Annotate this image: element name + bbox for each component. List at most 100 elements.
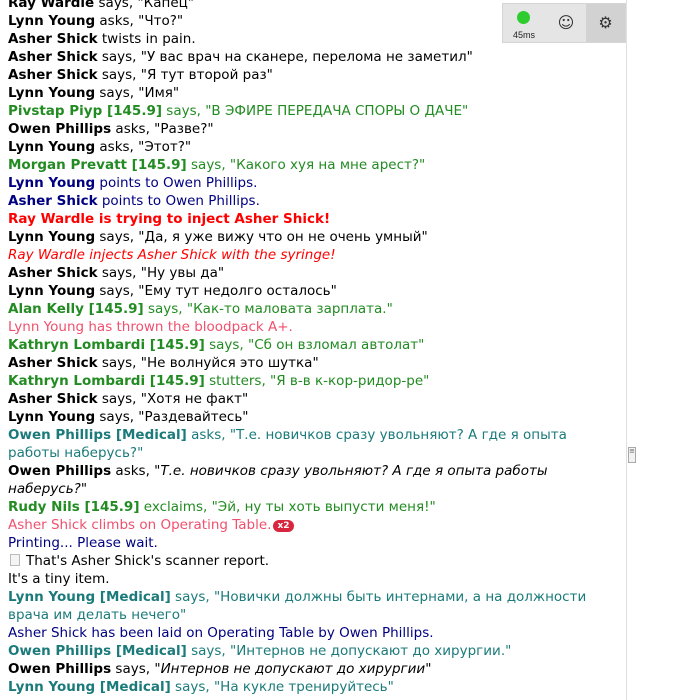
message-text: says, "Как-то маловата зарплата." <box>143 301 393 317</box>
radio-message: Rudy Nils [145.9] exclaims, "Эй, ну ты х… <box>8 498 620 516</box>
message-text: says, "Ему тут недолго осталось" <box>95 283 337 299</box>
emote-button[interactable]: ☺ <box>547 4 585 42</box>
speaker-name[interactable]: Kathryn Lombardi [145.9] <box>8 373 205 389</box>
message-text: says, "Сб он взломал автолат" <box>204 337 425 353</box>
warning-message: Lynn Young has thrown the bloodpack A+. <box>8 319 293 335</box>
message-text-suffix: " <box>80 481 88 497</box>
examine-message: That's Asher Shick's scanner report. <box>8 552 620 570</box>
speaker-name[interactable]: Asher Shick <box>8 67 98 83</box>
message-text: twists in pain. <box>97 31 196 47</box>
speaker-name[interactable]: Asher Shick <box>8 355 98 371</box>
message-text: says, "Да, я уже вижу что он не очень ум… <box>95 229 428 245</box>
speaker-name[interactable]: Lynn Young <box>8 409 95 425</box>
info-message: Asher Shick has been laid on Operating T… <box>8 625 434 641</box>
alert-message: Ray Wardle is trying to inject Asher Shi… <box>8 211 331 227</box>
chat-message: Owen Phillips asks, "Т.е. новичков сразу… <box>8 462 620 498</box>
chat-message: Lynn Young asks, "Этот?" <box>8 138 620 156</box>
danger-message: Ray Wardle injects Asher Shick with the … <box>8 247 336 263</box>
speaker-name[interactable]: Asher Shick <box>8 49 98 65</box>
chat-message: Lynn Young says, "Да, я уже вижу что он … <box>8 228 620 246</box>
speaker-name[interactable]: Pivstap Piyp [145.9] <box>8 103 162 119</box>
chat-message: Lynn Young says, "Имя" <box>8 84 620 102</box>
radio-message: Kathryn Lombardi [145.9] says, "Сб он вз… <box>8 336 620 354</box>
chat-log: Ray Wardle says, "Капец" Lynn Young asks… <box>8 0 620 696</box>
message-text: says, "В ЭФИРЕ ПЕРЕДАЧА СПОРЫ О ДАЧЕ" <box>162 103 469 119</box>
message-text: says, "Интернов не допускают до хирургии… <box>186 643 512 659</box>
message-text: asks, "Этот?" <box>95 139 192 155</box>
chat-scrollbar[interactable]: ≡ <box>626 0 636 700</box>
department-radio-message: Owen Phillips [Medical] asks, "Т.е. нови… <box>8 426 620 462</box>
examine-message: It's a tiny item. <box>8 571 110 587</box>
speaker-name[interactable]: Lynn Young <box>8 283 95 299</box>
speaker-name[interactable]: Lynn Young <box>8 229 95 245</box>
radio-message: Morgan Prevatt [145.9] says, "Какого хуя… <box>8 156 620 174</box>
speaker-name[interactable]: Lynn Young [Medical] <box>8 589 171 605</box>
speaker-name[interactable]: Owen Phillips <box>8 121 111 137</box>
chat-message: Owen Phillips asks, "Разве?" <box>8 120 620 138</box>
message-text: says, "Хотя не факт" <box>97 391 249 407</box>
speaker-name[interactable]: Asher Shick <box>8 391 98 407</box>
speaker-name[interactable]: Kathryn Lombardi [145.9] <box>8 337 205 353</box>
warning-message: Asher Shick climbs on Operating Table. x2 <box>8 516 620 534</box>
message-text: stutters, "Я в-в к-кор-ридор-ре" <box>204 373 430 389</box>
speaker-name[interactable]: Ray Wardle <box>8 0 94 11</box>
message-text: says, "Раздевайтесь" <box>95 409 249 425</box>
speaker-name[interactable]: Owen Phillips [Medical] <box>8 643 187 659</box>
speaker-name[interactable]: Lynn Young <box>8 13 95 29</box>
chat-message: Asher Shick says, "Я тут второй раз" <box>8 66 620 84</box>
radio-message: Alan Kelly [145.9] says, "Как-то маловат… <box>8 300 620 318</box>
message-text-prefix: asks, " <box>111 463 161 479</box>
speaker-name[interactable]: Rudy Nils [145.9] <box>8 499 140 515</box>
chat-message: Asher Shick says, "Хотя не факт" <box>8 390 620 408</box>
speaker-name[interactable]: Morgan Prevatt [145.9] <box>8 157 187 173</box>
speaker-name[interactable]: Lynn Young <box>8 85 95 101</box>
emote-message: Asher Shick points to Owen Phillips. <box>8 192 620 210</box>
scrollbar-grip[interactable]: ≡ <box>628 447 636 463</box>
message-text: says, "Не волнуйся это шутка" <box>97 355 319 371</box>
message-text: asks, "Что?" <box>95 13 184 29</box>
chat-message: Asher Shick says, "У вас врач на сканере… <box>8 48 620 66</box>
speaker-name[interactable]: Asher Shick <box>8 265 98 281</box>
settings-button[interactable]: ⚙ <box>586 4 625 42</box>
speaker-name[interactable]: Owen Phillips <box>8 661 111 677</box>
ping-status-icon <box>517 11 530 24</box>
message-text-prefix: says, " <box>111 661 161 677</box>
message-text: That's Asher Shick's scanner report. <box>26 553 270 569</box>
message-text: says, "Капец" <box>94 0 195 11</box>
ping-value: 45ms <box>512 30 535 40</box>
speaker-name[interactable]: Owen Phillips <box>8 463 111 479</box>
chat-message: Owen Phillips says, "Интернов не допуска… <box>8 660 620 678</box>
speaker-name[interactable]: Alan Kelly [145.9] <box>8 301 144 317</box>
message-text-suffix: " <box>425 661 432 677</box>
chat-message: Asher Shick says, "Ну увы да" <box>8 264 620 282</box>
message-text-italic: Интернов не допускают до хирургии <box>160 661 426 677</box>
ping-indicator[interactable]: 45ms <box>503 4 545 42</box>
message-text: says, "Имя" <box>95 85 180 101</box>
status-panel: 45ms ☺ ⚙ <box>502 3 626 43</box>
message-text: points to Owen Phillips. <box>95 175 258 191</box>
speaker-name[interactable]: Owen Phillips [Medical] <box>8 427 187 443</box>
chat-output: Ray Wardle says, "Капец" Lynn Young asks… <box>0 0 626 700</box>
message-text: Asher Shick climbs on Operating Table. <box>8 517 272 533</box>
speaker-name[interactable]: Lynn Young [Medical] <box>8 679 171 695</box>
emote-message: Lynn Young points to Owen Phillips. <box>8 174 620 192</box>
paper-icon <box>10 554 20 566</box>
message-text: points to Owen Phillips. <box>97 193 260 209</box>
message-text: says, "Ну увы да" <box>97 265 225 281</box>
speaker-name[interactable]: Lynn Young <box>8 175 95 191</box>
department-radio-message: Lynn Young [Medical] says, "Новички долж… <box>8 588 620 624</box>
repeat-count-badge: x2 <box>273 520 294 532</box>
speaker-name[interactable]: Asher Shick <box>8 31 98 47</box>
department-radio-message: Lynn Young [Medical] says, "На кукле тре… <box>8 678 620 696</box>
speaker-name[interactable]: Asher Shick <box>8 193 98 209</box>
message-text: says, "На кукле тренируйтесь" <box>170 679 394 695</box>
speaker-name[interactable]: Lynn Young <box>8 139 95 155</box>
info-message: Printing... Please wait. <box>8 535 158 551</box>
message-text: says, "Я тут второй раз" <box>97 67 273 83</box>
message-text: asks, "Разве?" <box>111 121 214 137</box>
gear-icon: ⚙ <box>598 13 613 32</box>
message-text: says, "У вас врач на сканере, перелома н… <box>97 49 473 65</box>
smiley-icon: ☺ <box>557 13 575 32</box>
chat-message: Lynn Young says, "Ему тут недолго остало… <box>8 282 620 300</box>
chat-message: Asher Shick says, "Не волнуйся это шутка… <box>8 354 620 372</box>
